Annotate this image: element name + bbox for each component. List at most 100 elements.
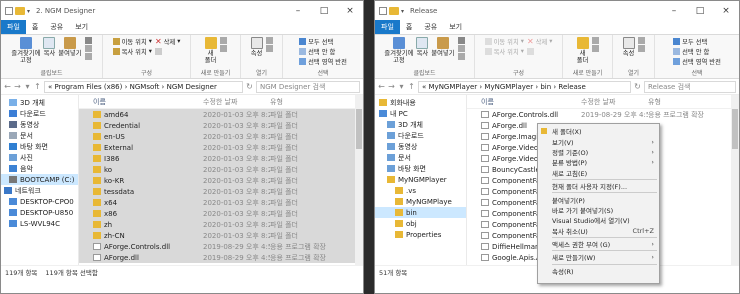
- checkbox-icon[interactable]: [5, 7, 13, 15]
- vertical-scrollbar[interactable]: [355, 95, 363, 265]
- file-row[interactable]: ko-KR 2020-01-03 오후 8:26 파일 폴더: [79, 175, 363, 186]
- file-row[interactable]: en-US 2020-01-03 오후 8:26 파일 폴더: [79, 131, 363, 142]
- edit-icon[interactable]: [265, 45, 273, 52]
- nav-item-selected[interactable]: BOOTCAMP (C:): [1, 174, 78, 185]
- paste-shortcut-icon[interactable]: [84, 53, 92, 60]
- nav-item[interactable]: DESKTOP-CPO0: [1, 196, 78, 207]
- pin-quick-access-button[interactable]: 즐겨찾기에 고정: [11, 37, 40, 64]
- nav-item[interactable]: 바탕 화면: [1, 141, 78, 152]
- nav-item[interactable]: 음악: [1, 163, 78, 174]
- column-header-date[interactable]: 수정한 날짜: [203, 97, 270, 107]
- minimize-button[interactable]: –: [661, 1, 687, 21]
- title-bar[interactable]: ▾ Release – □ ×: [375, 1, 739, 21]
- invert-selection-button[interactable]: 선택 영역 반전: [299, 57, 347, 66]
- context-menu-item[interactable]: 복사 취소(U) Ctrl+Z: [538, 226, 659, 236]
- easy-access-icon[interactable]: [219, 45, 227, 52]
- properties-button[interactable]: 속성: [622, 37, 635, 57]
- file-row[interactable]: I386 2020-01-03 오후 8:26 파일 폴더: [79, 153, 363, 164]
- select-all-button[interactable]: 모두 선택: [299, 37, 347, 46]
- nav-item[interactable]: 네트워크: [1, 185, 78, 196]
- context-menu-item[interactable]: 바로 가기 붙여넣기(S): [538, 205, 659, 215]
- move-to-button[interactable]: 이동 위치 ▾: [112, 37, 152, 46]
- context-menu-item[interactable]: Visual Studio에서 열기(V): [538, 215, 659, 225]
- nav-item[interactable]: 3D 개체: [375, 119, 466, 130]
- new-item-icon[interactable]: [219, 37, 227, 44]
- tab-home[interactable]: 홈: [400, 20, 418, 34]
- context-menu-item[interactable]: 정렬 기준(O) ›: [538, 147, 659, 157]
- file-row[interactable]: AForge.Controls.dll 2019-08-29 오후 4:57 응용 …: [467, 109, 739, 120]
- paste-shortcut-icon[interactable]: [457, 53, 465, 60]
- quick-access-dropdown-icon[interactable]: ▾: [27, 8, 30, 15]
- select-none-button[interactable]: 선택 안 함: [673, 47, 721, 56]
- column-header-name[interactable]: 이름: [481, 97, 581, 107]
- address-path[interactable]: « MyNGMPlayer › MyNGMPlayer › bin › Rele…: [418, 80, 631, 93]
- new-folder-button[interactable]: 새 폴더: [576, 37, 589, 64]
- nav-item[interactable]: 다운로드: [1, 108, 78, 119]
- nav-item[interactable]: 동영상: [1, 119, 78, 130]
- pin-quick-access-button[interactable]: 즐겨찾기에 고정: [384, 37, 413, 64]
- file-row[interactable]: tessdata 2020-01-03 오후 8:26 파일 폴더: [79, 186, 363, 197]
- tab-file[interactable]: 파일: [1, 20, 26, 34]
- address-path[interactable]: « Program Files (x86) › NGMsoft › NGM De…: [44, 80, 243, 93]
- select-none-button[interactable]: 선택 안 함: [299, 47, 347, 56]
- properties-button[interactable]: 속성: [250, 37, 263, 57]
- file-row[interactable]: Credential 2020-01-03 오후 8:26 파일 폴더: [79, 120, 363, 131]
- context-menu-item[interactable]: 현재 폴더 사용자 지정(F)...: [538, 181, 659, 191]
- file-row[interactable]: External 2020-01-03 오후 8:26 파일 폴더: [79, 142, 363, 153]
- file-row[interactable]: zh-CN 2020-01-03 오후 8:26 파일 폴더: [79, 230, 363, 241]
- recent-dropdown-icon[interactable]: ▾: [398, 82, 405, 91]
- nav-item[interactable]: DESKTOP-U850: [1, 207, 78, 218]
- nav-item[interactable]: 동영상: [375, 141, 466, 152]
- quick-access-dropdown-icon[interactable]: ▾: [401, 8, 404, 15]
- column-header-name[interactable]: 이름: [93, 97, 203, 107]
- nav-item[interactable]: 바탕 화면: [375, 163, 466, 174]
- new-item-icon[interactable]: [591, 37, 599, 44]
- file-row[interactable]: x64 2020-01-03 오후 8:26 파일 폴더: [79, 197, 363, 208]
- nav-item-selected[interactable]: bin: [375, 207, 466, 218]
- rename-button[interactable]: [526, 47, 552, 56]
- context-menu-item[interactable]: 새 폴더(X): [538, 126, 659, 136]
- maximize-button[interactable]: □: [311, 1, 337, 21]
- nav-item[interactable]: 문서: [1, 130, 78, 141]
- maximize-button[interactable]: □: [687, 1, 713, 21]
- edit-icon[interactable]: [637, 45, 645, 52]
- tab-share[interactable]: 공유: [44, 20, 69, 34]
- context-menu-item[interactable]: 보기(V) ›: [538, 136, 659, 147]
- search-input[interactable]: Release 검색: [644, 80, 736, 93]
- up-arrow-icon[interactable]: ↑: [408, 82, 415, 91]
- refresh-icon[interactable]: ↻: [246, 82, 253, 91]
- nav-item[interactable]: 다운로드: [375, 130, 466, 141]
- rename-button[interactable]: [154, 47, 180, 56]
- select-all-button[interactable]: 모두 선택: [673, 37, 721, 46]
- delete-button[interactable]: ✕ 삭제 ▾: [155, 37, 180, 46]
- scrollbar-thumb[interactable]: [732, 109, 738, 149]
- context-menu-item[interactable]: 분류 방법(P) ›: [538, 157, 659, 167]
- checkbox-icon[interactable]: [379, 7, 387, 15]
- tab-home[interactable]: 홈: [26, 20, 44, 34]
- paste-button[interactable]: 붙여넣기: [58, 37, 82, 57]
- nav-item[interactable]: MyNGMPlaye: [375, 196, 466, 207]
- context-menu-item[interactable]: 속성(R): [538, 266, 659, 276]
- column-header-type[interactable]: 유형: [648, 97, 708, 107]
- nav-item[interactable]: 내 PC: [375, 108, 466, 119]
- copy-to-button[interactable]: 복사 위치 ▾: [112, 47, 152, 56]
- paste-button[interactable]: 붙여넣기: [431, 37, 455, 57]
- column-header-type[interactable]: 유형: [270, 97, 330, 107]
- back-arrow-icon[interactable]: ←: [378, 82, 385, 91]
- nav-item[interactable]: 문서: [375, 152, 466, 163]
- file-row[interactable]: x86 2020-01-03 오후 8:26 파일 폴더: [79, 208, 363, 219]
- close-button[interactable]: ×: [337, 1, 363, 21]
- file-row[interactable]: ko 2020-01-03 오후 8:26 파일 폴더: [79, 164, 363, 175]
- column-header-date[interactable]: 수정한 날짜: [581, 97, 648, 107]
- file-row[interactable]: AForge.Controls.dll 2019-08-29 오후 4:57 응용 …: [79, 241, 363, 252]
- nav-item[interactable]: .vs: [375, 185, 466, 196]
- context-menu-item[interactable]: 새로 고침(E): [538, 168, 659, 178]
- tab-view[interactable]: 보기: [69, 20, 94, 34]
- nav-item[interactable]: LS-WVL94C: [1, 218, 78, 229]
- file-row[interactable]: AForge.dll 2019-08-29 오후 4:57 응용 프로그램 확장: [79, 252, 363, 263]
- nav-item[interactable]: obj: [375, 218, 466, 229]
- back-arrow-icon[interactable]: ←: [4, 82, 11, 91]
- move-to-button[interactable]: 이동 위치 ▾: [484, 37, 524, 46]
- easy-access-icon[interactable]: [591, 45, 599, 52]
- context-menu-item[interactable]: 새로 만들기(W) ›: [538, 252, 659, 262]
